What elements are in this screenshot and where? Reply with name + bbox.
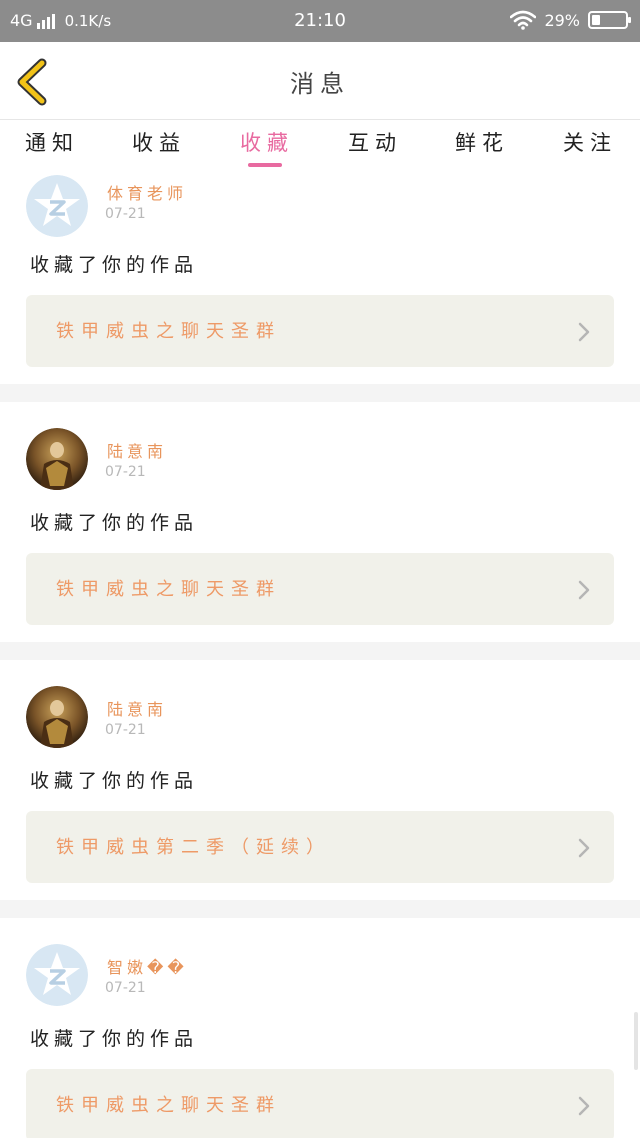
divider [0, 642, 640, 660]
username[interactable]: 陆意南 [107, 438, 167, 462]
tab-notifications[interactable]: 通知 [2, 127, 102, 157]
notification-list[interactable]: 体育老师 07-21 收藏了你的作品 铁甲威虫之聊天圣群 陆意南 07-21 收… [0, 171, 640, 1138]
tab-earnings[interactable]: 收益 [109, 127, 209, 157]
nav-bar: 消息 [0, 42, 640, 120]
work-title: 铁甲威虫之聊天圣群 [56, 579, 281, 600]
scrollbar[interactable] [634, 1012, 638, 1070]
divider [0, 384, 640, 402]
date: 07-21 [105, 464, 146, 480]
tab-interactions[interactable]: 互动 [325, 127, 425, 157]
user-photo-avatar[interactable] [26, 686, 88, 748]
divider [0, 900, 640, 918]
chevron-right-icon [578, 838, 590, 858]
work-title: 铁甲威虫之聊天圣群 [56, 1095, 281, 1116]
wifi-icon [510, 10, 537, 30]
action-text: 收藏了你的作品 [30, 1028, 199, 1050]
date: 07-21 [105, 206, 146, 222]
work-link[interactable]: 铁甲威虫第二季（延续） [26, 811, 614, 883]
battery-percent: 29% [544, 10, 580, 30]
user-photo-avatar[interactable] [26, 428, 88, 490]
date: 07-21 [105, 980, 146, 996]
page-title: 消息 [290, 70, 350, 98]
active-tab-indicator [248, 163, 282, 167]
action-text: 收藏了你的作品 [30, 254, 199, 276]
battery-icon [588, 11, 631, 29]
work-link[interactable]: 铁甲威虫之聊天圣群 [26, 1069, 614, 1138]
notification-card: 陆意南 07-21 收藏了你的作品 铁甲威虫之聊天圣群 [0, 402, 640, 642]
chevron-right-icon [578, 322, 590, 342]
username[interactable]: 陆意南 [107, 696, 167, 720]
status-right: 29% [510, 10, 631, 30]
username[interactable]: 体育老师 [107, 180, 187, 204]
tab-flowers[interactable]: 鲜花 [432, 127, 532, 157]
status-bar: 4G 0.1K/s 21:10 29% [0, 0, 640, 42]
tab-following[interactable]: 关注 [540, 127, 640, 157]
default-avatar-icon[interactable] [26, 944, 88, 1006]
action-text: 收藏了你的作品 [30, 770, 199, 792]
notification-card: 陆意南 07-21 收藏了你的作品 铁甲威虫第二季（延续） [0, 660, 640, 900]
chevron-right-icon [578, 580, 590, 600]
action-text: 收藏了你的作品 [30, 512, 199, 534]
chevron-right-icon [578, 1096, 590, 1116]
work-link[interactable]: 铁甲威虫之聊天圣群 [26, 553, 614, 625]
work-title: 铁甲威虫之聊天圣群 [56, 321, 281, 342]
notification-card: 智嫩�� 07-21 收藏了你的作品 铁甲威虫之聊天圣群 [0, 918, 640, 1138]
work-link[interactable]: 铁甲威虫之聊天圣群 [26, 295, 614, 367]
work-title: 铁甲威虫第二季（延续） [56, 837, 331, 858]
tab-bar: 通知 收益 收藏 互动 鲜花 关注 [0, 121, 640, 171]
tab-favorites[interactable]: 收藏 [217, 127, 317, 157]
notification-card: 体育老师 07-21 收藏了你的作品 铁甲威虫之聊天圣群 [0, 171, 640, 380]
username[interactable]: 智嫩�� [107, 954, 188, 978]
date: 07-21 [105, 722, 146, 738]
default-avatar-icon[interactable] [26, 175, 88, 237]
